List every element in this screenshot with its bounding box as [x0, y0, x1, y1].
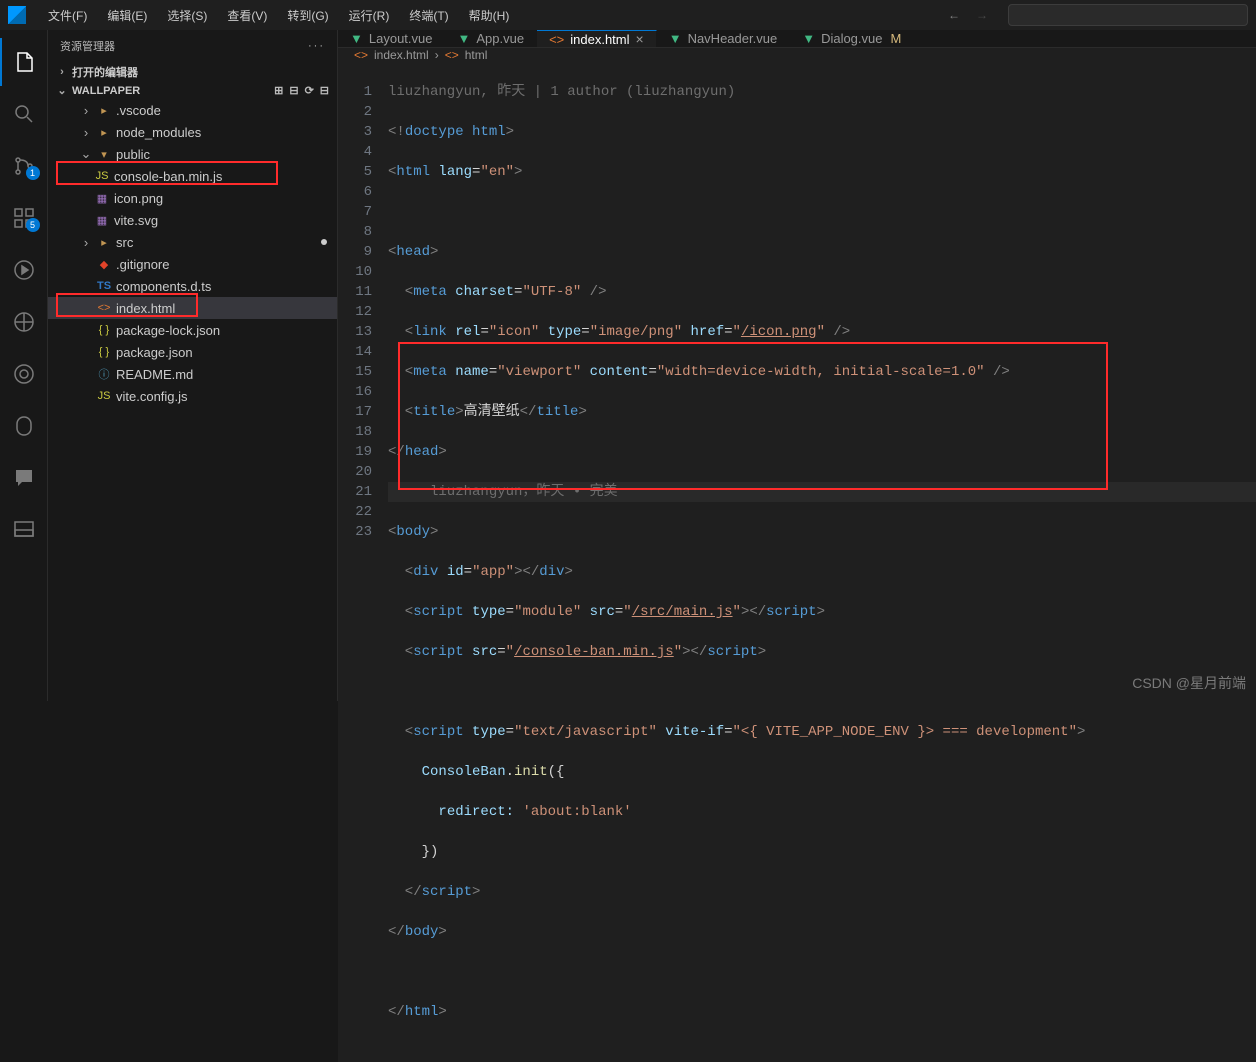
copilot-icon[interactable]: [0, 402, 48, 450]
menu-file[interactable]: 文件(F): [40, 3, 95, 28]
file-gitignore[interactable]: ›◆.gitignore: [48, 253, 337, 275]
folder-vscode[interactable]: ›▸.vscode: [48, 99, 337, 121]
remote-icon[interactable]: [0, 298, 48, 346]
code-content[interactable]: liuzhangyun, 昨天 | 1 author (liuzhangyun)…: [388, 62, 1256, 1062]
folder-node-modules[interactable]: ›▸node_modules: [48, 121, 337, 143]
menu-goto[interactable]: 转到(G): [279, 3, 336, 28]
modified-dot-icon: [321, 239, 327, 245]
explorer-title: 资源管理器: [60, 38, 115, 54]
project-section[interactable]: ⌄WALLPAPER ⊞ ⊟ ⟳ ⊟: [48, 82, 337, 99]
tab-layout-vue[interactable]: ▼Layout.vue: [338, 30, 445, 47]
file-index-html[interactable]: ›<>index.html: [48, 297, 337, 319]
file-console-ban[interactable]: JSconsole-ban.min.js: [48, 165, 337, 187]
code-area[interactable]: 1234567891011121314151617181920212223 li…: [338, 62, 1256, 1062]
menu-run[interactable]: 运行(R): [341, 3, 398, 28]
command-center[interactable]: [1008, 4, 1248, 26]
edge-icon[interactable]: [0, 350, 48, 398]
vscode-logo-icon: [8, 6, 26, 24]
explorer-icon[interactable]: [0, 38, 48, 86]
collapse-icon[interactable]: ⊟: [320, 84, 329, 97]
new-file-icon[interactable]: ⊞: [274, 84, 283, 97]
refresh-icon[interactable]: ⟳: [305, 84, 314, 97]
tabs: ▼Layout.vue ▼App.vue <>index.html× ▼NavH…: [338, 30, 1256, 48]
panel-icon[interactable]: [0, 506, 48, 554]
titlebar: 文件(F) 编辑(E) 选择(S) 查看(V) 转到(G) 运行(R) 终端(T…: [0, 0, 1256, 30]
back-icon[interactable]: ←: [948, 8, 960, 22]
menu-edit[interactable]: 编辑(E): [99, 3, 155, 28]
activitybar: 1 5: [0, 30, 48, 701]
tab-dialog-vue[interactable]: ▼Dialog.vueM: [790, 30, 914, 47]
file-components-dts[interactable]: ›TScomponents.d.ts: [48, 275, 337, 297]
file-vite-svg[interactable]: ▦vite.svg: [48, 209, 337, 231]
folder-public[interactable]: ⌄▾public: [48, 143, 337, 165]
menu-terminal[interactable]: 终端(T): [401, 3, 456, 28]
close-icon[interactable]: ×: [636, 31, 644, 47]
file-package-json[interactable]: ›{ }package.json: [48, 341, 337, 363]
menu-select[interactable]: 选择(S): [159, 3, 215, 28]
file-icon-png[interactable]: ▦icon.png: [48, 187, 337, 209]
editor: ▼Layout.vue ▼App.vue <>index.html× ▼NavH…: [338, 30, 1256, 701]
tab-index-html[interactable]: <>index.html×: [537, 30, 657, 47]
more-icon[interactable]: ···: [308, 40, 325, 52]
chat-icon[interactable]: [0, 454, 48, 502]
tab-app-vue[interactable]: ▼App.vue: [445, 30, 537, 47]
menu-help[interactable]: 帮助(H): [461, 3, 518, 28]
gutter: 1234567891011121314151617181920212223: [338, 62, 388, 1062]
tab-navheader-vue[interactable]: ▼NavHeader.vue: [657, 30, 791, 47]
file-vite-config[interactable]: ›JSvite.config.js: [48, 385, 337, 407]
folder-src[interactable]: ›▸src: [48, 231, 337, 253]
file-package-lock[interactable]: ›{ }package-lock.json: [48, 319, 337, 341]
breadcrumb[interactable]: <> index.html› <> html: [338, 48, 1256, 62]
open-editors-section[interactable]: ›打开的编辑器: [48, 62, 337, 82]
extensions-icon[interactable]: 5: [0, 194, 48, 242]
file-tree: ›▸.vscode ›▸node_modules ⌄▾public JScons…: [48, 99, 337, 407]
nav-arrows: ← →: [948, 8, 988, 22]
forward-icon[interactable]: →: [976, 8, 988, 22]
new-folder-icon[interactable]: ⊟: [289, 84, 298, 97]
search-icon[interactable]: [0, 90, 48, 138]
git-blame: liuzhangyun, 昨天 | 1 author (liuzhangyun): [388, 82, 1256, 102]
file-readme[interactable]: ›ⓘREADME.md: [48, 363, 337, 385]
watermark: CSDN @星月前端: [1132, 673, 1246, 693]
sidebar: 资源管理器 ··· ›打开的编辑器 ⌄WALLPAPER ⊞ ⊟ ⟳ ⊟ ›▸.…: [48, 30, 338, 701]
menu-view[interactable]: 查看(V): [219, 3, 275, 28]
scm-icon[interactable]: 1: [0, 142, 48, 190]
debug-icon[interactable]: [0, 246, 48, 294]
